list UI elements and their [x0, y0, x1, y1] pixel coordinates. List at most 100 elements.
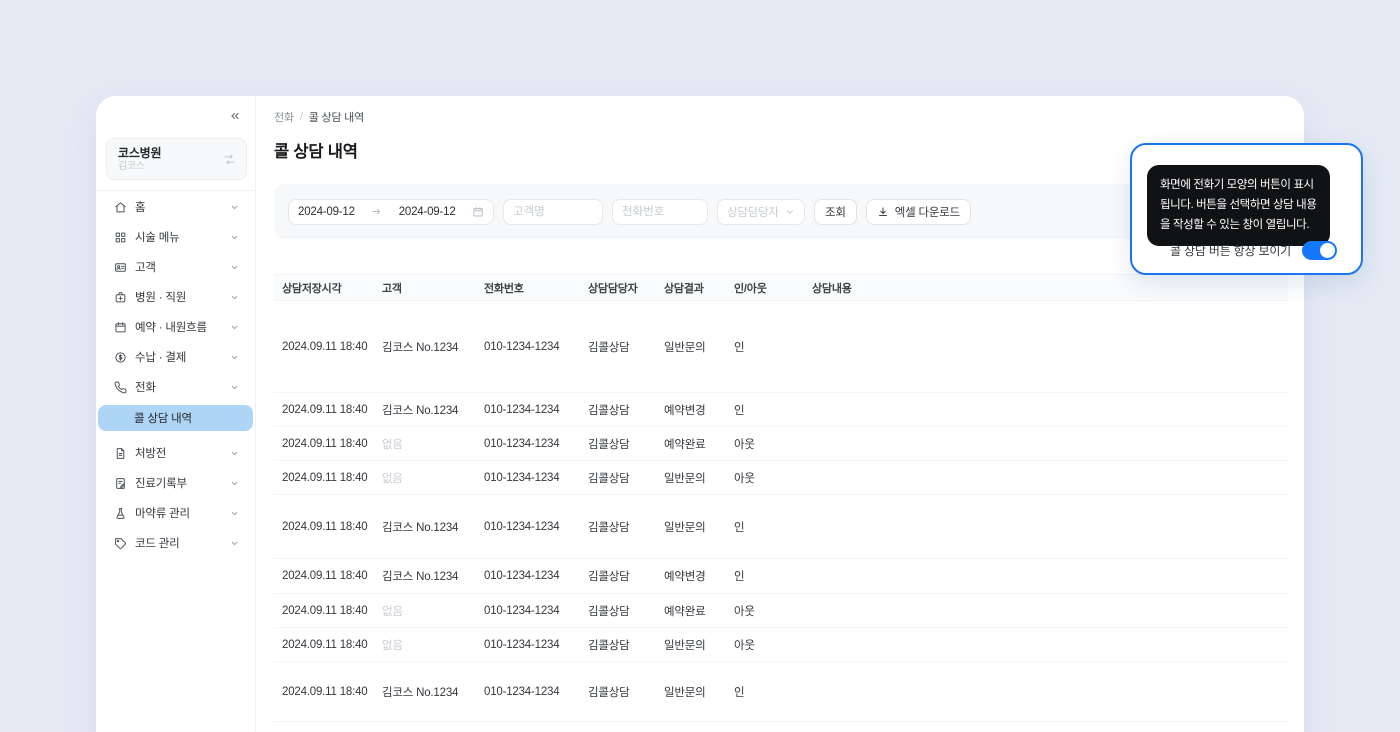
cell-result: 일반문의 — [664, 686, 706, 699]
cell-result: 일반문의 — [664, 639, 706, 652]
cell-result: 일반문의 — [664, 341, 706, 354]
cell-time: 2024.09.11 18:40 — [282, 685, 368, 698]
cell-agent: 김콜상담 — [588, 521, 630, 534]
sidebar-nav: 홈시술 메뉴 고객병원 · 직원예약 · 내원흐름수납 · 결제전화콜 상담 내역… — [96, 191, 255, 558]
table-column-header: 상담담당자 — [588, 282, 638, 295]
sidebar-item-payments[interactable]: 수납 · 결제 — [96, 342, 255, 372]
cell-agent: 김콜상담 — [588, 686, 630, 699]
cell-time: 2024.09.11 18:40 — [282, 403, 368, 416]
table-column-header: 상담결과 — [664, 282, 704, 295]
call-button-always-show-toggle[interactable] — [1302, 241, 1337, 260]
sidebar-item-label: 수납 · 결제 — [135, 352, 187, 364]
chevron-down-icon — [230, 293, 239, 302]
chevron-down-icon — [230, 479, 239, 488]
date-range-picker[interactable]: 2024-09-12 2024-09-12 — [288, 198, 494, 225]
sidebar-item-codes[interactable]: 코드 관리 — [96, 528, 255, 558]
chevron-down-icon — [230, 383, 239, 392]
cell-phone: 010-1234-1234 — [484, 437, 560, 450]
sidebar-item-label: 코드 관리 — [135, 538, 180, 550]
search-button-label: 조회 — [825, 206, 846, 219]
sidebar-item-label: 병원 · 직원 — [135, 292, 187, 304]
phone-number-input[interactable] — [612, 198, 708, 225]
phone-icon — [114, 381, 127, 394]
cell-inout: 아웃 — [734, 605, 755, 618]
search-button[interactable]: 조회 — [814, 198, 857, 225]
call-history-table: 상담저장시각 고객 전화번호 상담담당자 상담결과 인/아웃 상담내용 2024.09.11… — [274, 274, 1288, 722]
cell-result: 예약완료 — [664, 438, 706, 451]
toggle-label: 콜 상담 버튼 항상 보이기 — [1170, 244, 1291, 258]
workspace-name: 코스병원 — [118, 145, 162, 160]
cell-customer: 없음 — [382, 639, 403, 652]
cell-inout: 인 — [734, 686, 745, 699]
sidebar-item-home[interactable]: 홈 — [96, 192, 255, 222]
cell-time: 2024.09.11 18:40 — [282, 437, 368, 450]
sidebar-item-reservations[interactable]: 예약 · 내원흐름 — [96, 312, 255, 342]
customer-card-icon — [114, 261, 127, 274]
cell-inout: 아웃 — [734, 438, 755, 451]
sidebar: 코스병원 김코스 홈시술 메뉴 고객병원 · 직원예약 · 내원흐름수납 · 결제… — [96, 96, 256, 732]
cell-phone: 010-1234-1234 — [484, 471, 560, 484]
toggle-knob — [1320, 243, 1335, 258]
cell-phone: 010-1234-1234 — [484, 570, 560, 582]
cell-phone: 010-1234-1234 — [484, 340, 560, 353]
call-button-toggle-row: 콜 상담 버튼 항상 보이기 — [1170, 241, 1337, 260]
table-row: 2024.09.11 18:40 김코스 No.1234 010-1234-1234… — [274, 495, 1288, 559]
breadcrumb: 전화 / 콜 상담 내역 — [274, 109, 1288, 125]
hospital-bag-icon — [114, 291, 127, 304]
agent-select-placeholder: 상담담당자 — [727, 206, 779, 219]
cell-time: 2024.09.11 18:40 — [282, 340, 368, 353]
app-window: 코스병원 김코스 홈 시술 메뉴 고객 병원 · 직원 예약 · 내원흐름 수납 · 결제… — [96, 96, 1304, 732]
workspace-user: 김코스 — [118, 161, 145, 173]
cell-result: 예약변경 — [664, 571, 706, 583]
sidebar-item-procedures[interactable]: 시술 메뉴 — [96, 222, 255, 252]
workspace-switcher[interactable]: 코스병원 김코스 — [106, 138, 247, 180]
agent-select[interactable]: 상담담당자 — [717, 198, 805, 225]
cell-time: 2024.09.11 18:40 — [282, 520, 368, 533]
sidebar-item-hospital-staff[interactable]: 병원 · 직원 — [96, 282, 255, 312]
swap-icon — [223, 153, 236, 166]
cell-agent: 김콜상담 — [588, 605, 630, 618]
excel-download-button[interactable]: 엑셀 다운로드 — [865, 198, 972, 225]
cell-time: 2024.09.11 18:40 — [282, 638, 368, 651]
arrow-right-icon — [371, 206, 382, 217]
table-column-header: 고객 — [382, 282, 402, 295]
cell-phone: 010-1234-1234 — [484, 685, 560, 698]
table-row: 2024.09.11 18:40 없음 010-1234-1234 김콜상담 일반문의 아… — [274, 628, 1288, 662]
customer-name-input[interactable] — [503, 198, 603, 225]
cell-customer: 김코스 No.1234 — [382, 341, 459, 354]
cell-time: 2024.09.11 18:40 — [282, 604, 368, 617]
cell-inout: 인 — [734, 404, 745, 417]
cell-inout: 인 — [734, 521, 745, 534]
chevron-down-icon — [230, 353, 239, 362]
download-icon — [877, 206, 889, 218]
flask-icon — [114, 507, 127, 520]
sidebar-item-narcotics[interactable]: 마약류 관리 — [96, 498, 255, 528]
cell-agent: 김콜상담 — [588, 341, 630, 354]
medical-record-icon — [114, 477, 127, 490]
chevron-down-icon — [230, 203, 239, 212]
tooltip-text: 화면에 전화기 모양의 버튼이 표시 됩니다. 버튼을 선택하면 상담 내용 을 작… — [1160, 179, 1317, 231]
sidebar-item-label: 홈 — [135, 202, 146, 214]
sidebar-item-medical-records[interactable]: 진료기록부 — [96, 468, 255, 498]
table-body: 2024.09.11 18:40 김코스 No.1234 010-1234-1234… — [274, 301, 1288, 722]
sidebar-collapse-button[interactable] — [226, 107, 244, 125]
sidebar-item-label: 예약 · 내원흐름 — [135, 322, 207, 334]
cell-inout: 아웃 — [734, 472, 755, 485]
breadcrumb-phone[interactable]: 전화 — [274, 109, 294, 125]
cell-customer: 김코스 No.1234 — [382, 686, 459, 699]
cell-inout: 인 — [734, 571, 745, 583]
sidebar-item-customers[interactable]: 고객 — [96, 252, 255, 282]
sidebar-item-prescriptions[interactable]: 처방전 — [96, 438, 255, 468]
cell-customer: 김코스 No.1234 — [382, 404, 459, 417]
tag-icon — [114, 537, 127, 550]
cell-agent: 김콜상담 — [588, 639, 630, 652]
table-row: 2024.09.11 18:40 김코스 No.1234 010-1234-1234… — [274, 393, 1288, 427]
chevron-down-icon — [230, 323, 239, 332]
table-row: 2024.09.11 18:40 없음 010-1234-1234 김콜상담 일반문의 아… — [274, 461, 1288, 495]
sidebar-subitem-call-history[interactable]: 콜 상담 내역 — [98, 405, 253, 431]
sidebar-item-phone[interactable]: 전화 — [96, 372, 255, 402]
calendar-icon — [114, 321, 127, 334]
table-row: 2024.09.11 18:40 김코스 No.1234 010-1234-1234… — [274, 662, 1288, 722]
breadcrumb-current: 콜 상담 내역 — [308, 112, 365, 124]
calendar-icon — [472, 206, 484, 218]
